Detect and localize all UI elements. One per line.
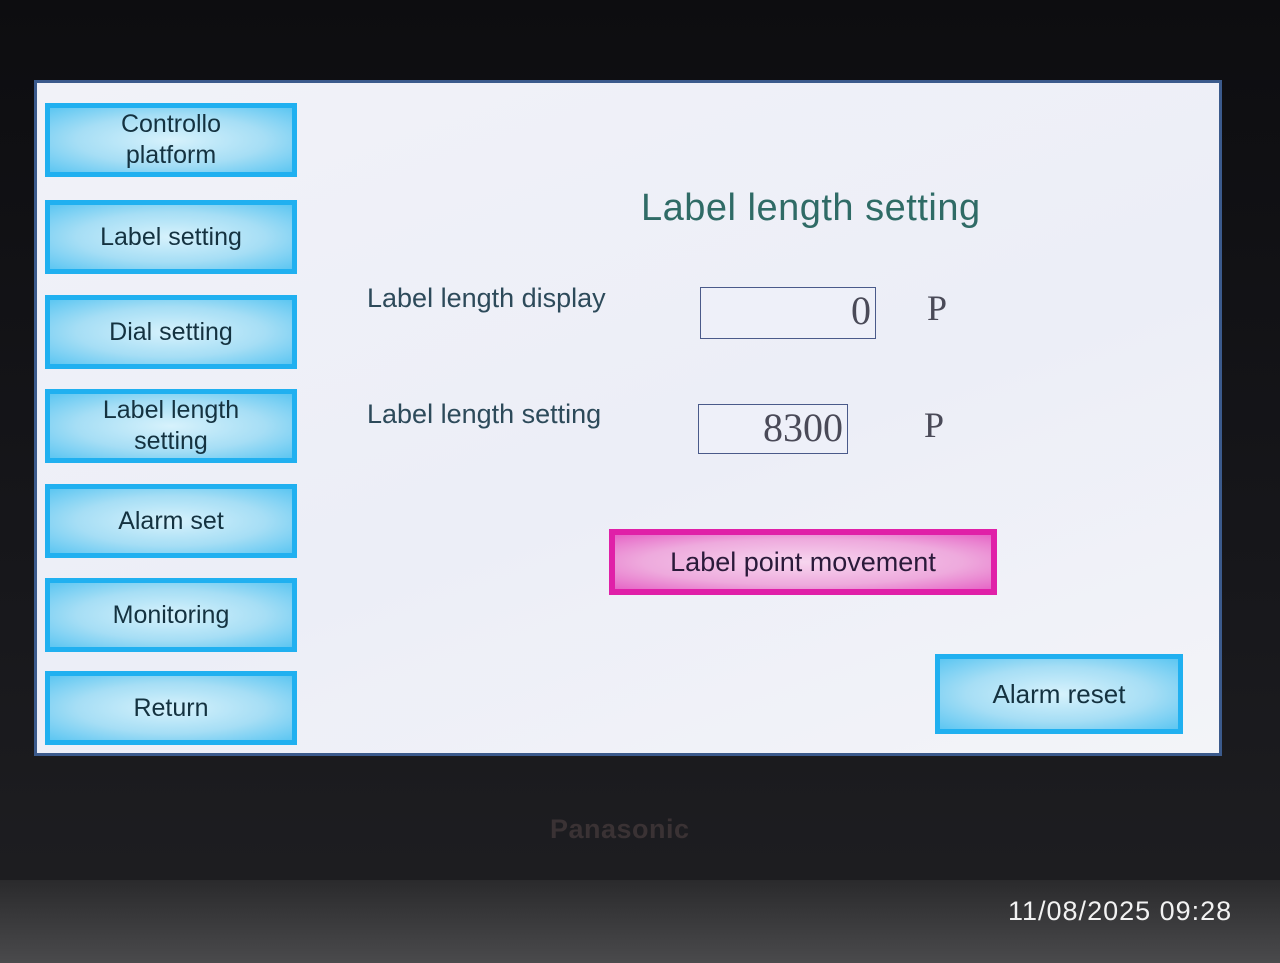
nav-button-return[interactable]: Return <box>45 671 297 745</box>
nav-button-dial-setting[interactable]: Dial setting <box>45 295 297 369</box>
label-point-movement-button[interactable]: Label point movement <box>609 529 997 595</box>
nav-button-controllo-platform[interactable]: Controllo platform <box>45 103 297 177</box>
label-length-setting-input[interactable]: 8300 <box>698 404 848 454</box>
nav-button-alarm-set[interactable]: Alarm set <box>45 484 297 558</box>
label-length-setting-label: Label length setting <box>367 399 602 429</box>
alarm-reset-label: Alarm reset <box>992 678 1126 709</box>
nav-button-label-length-setting[interactable]: Label length setting <box>45 389 297 463</box>
alarm-reset-button[interactable]: Alarm reset <box>935 654 1183 734</box>
hmi-screen: Controllo platform Label setting Dial se… <box>34 80 1222 756</box>
nav-button-label: Label setting <box>100 222 242 251</box>
nav-button-label-setting[interactable]: Label setting <box>45 200 297 274</box>
label-length-display-label: Label length display <box>367 283 606 313</box>
nav-button-label: Alarm set <box>118 506 224 535</box>
nav-button-label: Dial setting <box>109 317 233 346</box>
photo-timestamp: 11/08/2025 09:28 <box>1008 896 1233 926</box>
label-length-display-value: 0 <box>700 287 876 339</box>
page-title: Label length setting <box>641 187 981 229</box>
nav-button-label: Monitoring <box>112 600 230 629</box>
nav-button-label: Return <box>133 693 209 722</box>
label-length-display-unit: P <box>927 288 948 328</box>
brand-logo: Panasonic <box>550 814 690 844</box>
nav-button-label: Label length setting <box>102 396 240 455</box>
nav-button-monitoring[interactable]: Monitoring <box>45 578 297 652</box>
nav-button-label: Controllo platform <box>120 110 222 169</box>
label-point-movement-label: Label point movement <box>670 546 936 577</box>
label-length-setting-unit: P <box>924 405 945 445</box>
